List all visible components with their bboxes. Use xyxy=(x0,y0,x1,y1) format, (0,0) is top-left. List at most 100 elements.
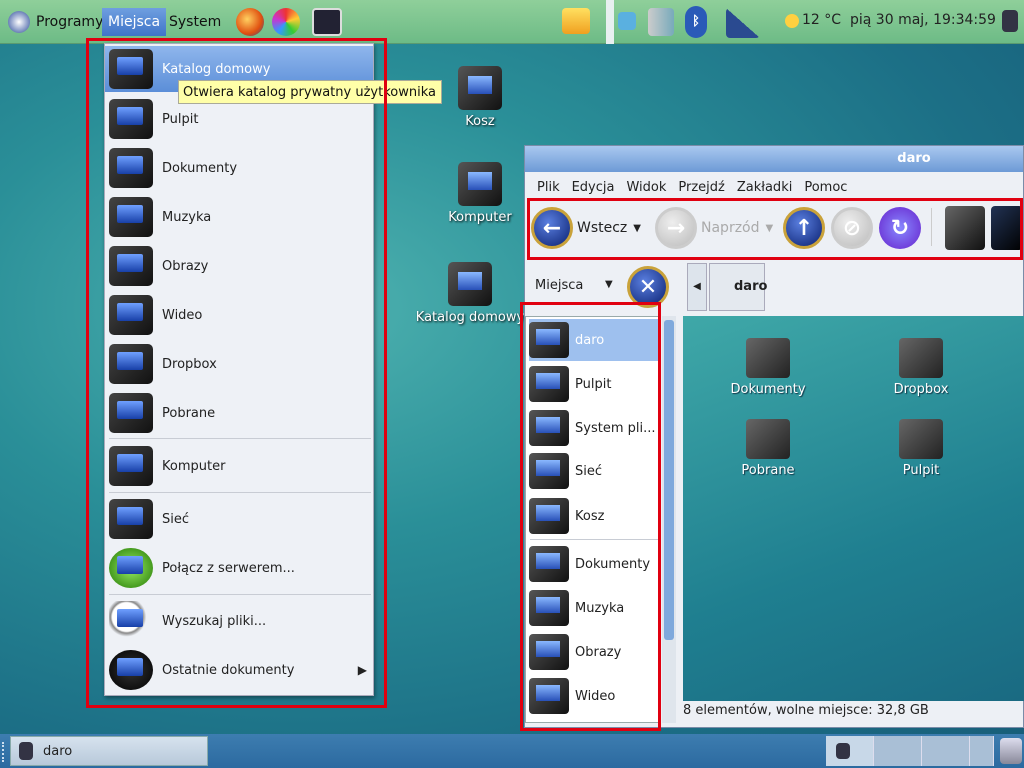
side-item-label: daro xyxy=(575,332,605,348)
menu-pomoc[interactable]: Pomoc xyxy=(798,174,853,200)
workspace-3[interactable] xyxy=(922,736,970,766)
menu-item-wyszukaj-pliki[interactable]: Wyszukaj pliki... xyxy=(105,598,373,644)
menu-item-label: Ostatnie dokumenty xyxy=(162,662,295,678)
menu-item-label: Dokumenty xyxy=(162,160,238,176)
menu-plik[interactable]: Plik xyxy=(531,174,566,200)
close-pane-icon[interactable]: ✕ xyxy=(627,266,669,308)
menu-item-label: Pobrane xyxy=(162,405,216,421)
menu-przejdz[interactable]: Przejdź xyxy=(672,174,730,200)
menu-item-obrazy[interactable]: Obrazy xyxy=(105,243,373,289)
back-button[interactable]: ← Wstecz ▼ xyxy=(531,207,641,249)
side-item-pulpit[interactable]: Pulpit xyxy=(529,363,659,405)
menu-item-ostatnie-dokumenty[interactable]: Ostatnie dokumenty ▶ xyxy=(105,647,373,693)
desktop-icon-komputer[interactable]: Komputer xyxy=(425,162,535,225)
workspace-2[interactable] xyxy=(874,736,922,766)
side-item-label: Wideo xyxy=(575,688,616,704)
menu-zakladki[interactable]: Zakładki xyxy=(731,174,798,200)
bluetooth-icon[interactable]: ᛒ xyxy=(685,6,707,38)
network-signal-icon[interactable] xyxy=(726,8,760,38)
menu-item-polacz-z-serwerem[interactable]: Połącz z serwerem... xyxy=(105,545,373,591)
side-item-label: Obrazy xyxy=(575,644,622,660)
file-item-dokumenty[interactable]: Dokumenty xyxy=(713,338,823,397)
workspace-4[interactable] xyxy=(970,736,994,766)
menu-item-muzyka[interactable]: Muzyka xyxy=(105,194,373,240)
pictures-folder-icon xyxy=(109,246,153,286)
computer-icon[interactable] xyxy=(991,206,1023,250)
file-label: Pobrane xyxy=(741,463,795,478)
menu-item-label: Dropbox xyxy=(162,356,217,372)
side-item-muzyka[interactable]: Muzyka xyxy=(529,587,659,629)
file-item-pobrane[interactable]: Pobrane xyxy=(713,419,823,478)
home-folder-icon xyxy=(109,49,153,89)
menu-system[interactable]: System xyxy=(163,8,227,36)
desktop-icon-label: Katalog domowy xyxy=(415,310,525,325)
side-pane: daro Pulpit System pli... Sieć Kosz Doku… xyxy=(525,316,661,723)
show-desktop-icon[interactable] xyxy=(1000,738,1022,764)
path-scroll-left-button[interactable]: ◀ xyxy=(687,263,707,311)
menu-item-dropbox[interactable]: Dropbox xyxy=(105,341,373,387)
file-label: Pulpit xyxy=(902,463,940,478)
menu-item-siec[interactable]: Sieć xyxy=(105,496,373,542)
side-item-daro[interactable]: daro xyxy=(529,319,659,361)
side-item-siec[interactable]: Sieć xyxy=(529,450,659,492)
forward-button[interactable]: → Naprzód ▼ xyxy=(655,207,773,249)
distro-logo-icon[interactable] xyxy=(8,11,30,33)
notes-icon[interactable] xyxy=(562,8,590,34)
window-title[interactable]: daro xyxy=(525,146,1023,172)
side-scrollbar[interactable] xyxy=(662,316,676,723)
side-item-system-plikow[interactable]: System pli... xyxy=(529,407,659,449)
side-item-kosz[interactable]: Kosz xyxy=(529,495,659,537)
side-item-obrazy[interactable]: Obrazy xyxy=(529,631,659,673)
screenshot-icon[interactable] xyxy=(312,8,342,36)
reload-icon[interactable]: ↻ xyxy=(879,207,921,249)
menu-miejsca[interactable]: Miejsca xyxy=(102,8,167,36)
side-item-dokumenty[interactable]: Dokumenty xyxy=(529,543,659,585)
menu-item-pobrane[interactable]: Pobrane xyxy=(105,390,373,436)
workspace-1[interactable] xyxy=(826,736,874,766)
menu-item-wideo[interactable]: Wideo xyxy=(105,292,373,338)
phone-icon[interactable] xyxy=(648,8,674,36)
file-item-dropbox[interactable]: Dropbox xyxy=(866,338,976,397)
firefox-icon[interactable] xyxy=(236,8,264,36)
home-icon[interactable] xyxy=(945,206,985,250)
dropbox-icon[interactable] xyxy=(618,12,636,30)
toolbar-separator xyxy=(931,208,932,246)
chevron-down-icon[interactable]: ▼ xyxy=(766,223,774,234)
video-folder-icon xyxy=(109,295,153,335)
up-arrow-icon[interactable]: ↑ xyxy=(783,207,825,249)
menu-item-komputer[interactable]: Komputer xyxy=(105,443,373,489)
color-wheel-icon[interactable] xyxy=(272,8,300,36)
home-folder-icon xyxy=(529,322,569,358)
path-button-daro[interactable]: daro xyxy=(709,263,767,311)
clock[interactable]: pią 30 maj, 19:34:59 xyxy=(850,12,996,28)
music-folder-icon xyxy=(109,197,153,237)
top-panel: Programy Miejsca System ᛒ 12 °C pią 30 m… xyxy=(0,0,1024,44)
menu-widok[interactable]: Widok xyxy=(620,174,672,200)
file-item-pulpit[interactable]: Pulpit xyxy=(866,419,976,478)
menu-item-label: Sieć xyxy=(162,511,190,527)
menu-item-dokumenty[interactable]: Dokumenty xyxy=(105,145,373,191)
desktop-icon-label: Komputer xyxy=(448,210,512,225)
side-item-label: Kosz xyxy=(575,508,605,524)
panel-handle[interactable] xyxy=(2,742,6,762)
desktop-icon-katalog-domowy[interactable]: Katalog domowy xyxy=(415,262,525,325)
scrollbar-thumb[interactable] xyxy=(664,320,674,640)
forward-label: Naprzód xyxy=(701,220,760,236)
chevron-down-icon[interactable]: ▼ xyxy=(605,279,613,290)
globe-server-icon xyxy=(109,548,153,588)
menu-item-label: Muzyka xyxy=(162,209,212,225)
side-item-wideo[interactable]: Wideo xyxy=(529,675,659,717)
menu-edycja[interactable]: Edycja xyxy=(566,174,621,200)
taskbar-item-daro[interactable]: daro xyxy=(10,736,208,766)
panel-handle[interactable] xyxy=(606,0,614,44)
user-icon[interactable] xyxy=(1002,10,1018,32)
menu-programy[interactable]: Programy xyxy=(30,8,109,36)
desktop-icon xyxy=(109,99,153,139)
chevron-down-icon[interactable]: ▼ xyxy=(633,223,641,234)
weather-temp[interactable]: 12 °C xyxy=(802,12,841,28)
file-view: Dokumenty Dropbox Pobrane Pulpit xyxy=(683,316,1024,701)
stop-icon[interactable]: ⊘ xyxy=(831,207,873,249)
dropbox-folder-icon xyxy=(899,338,943,378)
side-pane-selector[interactable]: Miejsca xyxy=(535,278,583,293)
desktop-icon xyxy=(529,366,569,402)
